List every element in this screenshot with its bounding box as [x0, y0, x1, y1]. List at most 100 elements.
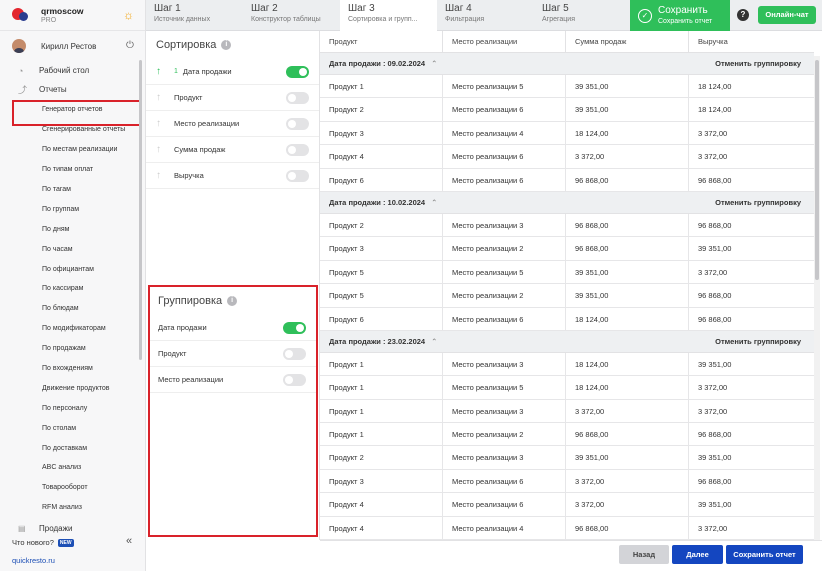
sort-label: Сумма продаж [174, 145, 226, 154]
table-scrollbar[interactable] [814, 56, 820, 540]
tab-step-1[interactable]: Шаг 1 Источник данных [146, 0, 243, 31]
scrollbar-thumb[interactable] [815, 60, 819, 280]
group-header-row[interactable]: Дата продажи : 23.02.2024 ⌃ Отменить групп… [320, 330, 814, 353]
sidebar-item[interactable]: Генератор отчетов [0, 100, 142, 126]
sidebar-item[interactable]: По персоналу [0, 398, 140, 418]
sort-arrow-icon[interactable]: ↑ [156, 144, 174, 155]
sidebar-item[interactable]: По местам реализации [0, 140, 140, 160]
table-row[interactable]: Продукт 5 Место реализации 5 39 351,00 3 37… [320, 260, 814, 285]
tab-step-2[interactable]: Шаг 2 Конструктор таблицы [243, 0, 340, 31]
cancel-grouping-link[interactable]: Отменить группировку [715, 59, 801, 68]
collapse-sidebar-icon[interactable]: « [126, 535, 132, 547]
table-row[interactable]: Продукт 1 Место реализации 3 18 124,00 39 3… [320, 352, 814, 377]
info-icon[interactable]: i [221, 40, 232, 50]
column-header[interactable]: Продукт [320, 31, 443, 52]
next-button[interactable]: Далее [672, 545, 723, 564]
sort-arrow-icon[interactable]: ↑ [156, 170, 174, 181]
table-cell: Продукт 6 [320, 307, 443, 330]
sidebar-item[interactable]: По типам оплат [0, 160, 140, 180]
group-toggle[interactable] [283, 374, 306, 386]
chevron-up-icon[interactable]: ⌃ [431, 337, 437, 346]
chevron-up-icon[interactable]: ⌃ [431, 59, 437, 68]
grouping-section: Группировка i Дата продажи Продукт Место р… [148, 285, 318, 537]
theme-toggle-sun-icon[interactable]: ☼ [123, 9, 134, 21]
user-profile[interactable]: Кирилл Рестов ⏻ [0, 31, 145, 61]
table-row[interactable]: Продукт 1 Место реализации 5 39 351,00 18 1… [320, 75, 814, 99]
cancel-grouping-link[interactable]: Отменить группировку [715, 337, 801, 346]
sidebar-item[interactable]: По вхождениям [0, 359, 140, 379]
group-toggle[interactable] [283, 348, 306, 360]
sidebar-item[interactable]: RFM анализ [0, 498, 140, 518]
sort-arrow-icon[interactable]: ↑ [156, 66, 174, 77]
group-toggle[interactable] [283, 322, 306, 334]
sidebar-item[interactable]: По официантам [0, 259, 140, 279]
sort-toggle[interactable] [286, 118, 309, 130]
sidebar-item[interactable]: По группам [0, 199, 140, 219]
cancel-grouping-link[interactable]: Отменить группировку [715, 198, 801, 207]
sidebar-item[interactable]: По доставкам [0, 438, 140, 458]
column-header[interactable]: Сумма продаж [566, 31, 689, 52]
sort-arrow-icon[interactable]: ↑ [156, 118, 174, 129]
sidebar-item[interactable]: ABC анализ [0, 458, 140, 478]
sidebar-item[interactable]: По блюдам [0, 299, 140, 319]
table-cell: 96 868,00 [566, 168, 689, 191]
sidebar-item[interactable]: По часам [0, 239, 140, 259]
reports-icon: ⤴ [18, 85, 28, 95]
table-cell: Место реализации 6 [443, 493, 566, 516]
table-row[interactable]: Продукт 4 Место реализации 4 96 868,00 3 37… [320, 516, 814, 540]
column-header[interactable]: Выручка [689, 31, 814, 52]
back-button[interactable]: Назад [619, 545, 669, 564]
group-header-row[interactable]: Дата продажи : 09.02.2024 ⌃ Отменить групп… [320, 53, 814, 75]
sidebar-scrollbar[interactable] [139, 60, 142, 360]
sidebar-item[interactable]: По кассирам [0, 279, 140, 299]
table-row[interactable]: Продукт 4 Место реализации 63 372,00 39 35… [320, 493, 814, 517]
column-header[interactable]: Место реализации [443, 31, 566, 52]
table-row[interactable]: Продукт 3 Место реализации 2 96 868,00 39 3… [320, 237, 814, 261]
sorting-title-label: Сортировка [156, 39, 217, 51]
table-row[interactable]: Продукт 1 Место реализации 2 96 868,00 96 8… [320, 423, 814, 447]
table-row[interactable]: Продукт 3 Место реализации 63 372,00 96 86… [320, 469, 814, 494]
sidebar-item[interactable]: По модификаторам [0, 319, 140, 339]
sidebar-item[interactable]: По дням [0, 219, 140, 239]
sidebar-item[interactable]: По тагам [0, 180, 140, 200]
info-icon[interactable]: i [227, 296, 238, 306]
sort-toggle[interactable] [286, 66, 309, 78]
whats-new-link[interactable]: Что нового? NEW [12, 538, 74, 547]
sort-toggle[interactable] [286, 144, 309, 156]
sort-toggle[interactable] [286, 92, 309, 104]
table-row[interactable]: Продукт 5 Место реализации 2 39 351,00 96 8… [320, 284, 814, 308]
sidebar-item[interactable]: Движение продуктов [0, 378, 140, 398]
table-cell: Место реализации 2 [443, 284, 566, 307]
sidebar-item[interactable]: Товарооборот [0, 478, 140, 498]
table-row[interactable]: Продукт 1 Место реализации 33 372,00 3 372… [320, 399, 814, 424]
table-cell: 39 351,00 [698, 359, 732, 369]
table-row[interactable]: Продукт 6 Место реализации 6 18 124,00 96 8… [320, 307, 814, 331]
nav-reports[interactable]: ⤴ Отчеты [0, 80, 145, 99]
table-row[interactable]: Продукт 6 Место реализации 6 96 868,00 96 8… [320, 168, 814, 192]
table-cell: 96 868,00 [566, 423, 689, 446]
tab-step-4[interactable]: Шаг 4 Фильтрация [437, 0, 534, 31]
sort-arrow-icon[interactable]: ↑ [156, 92, 174, 103]
power-icon[interactable]: ⏻ [126, 40, 134, 51]
table-row[interactable]: Продукт 2 Место реализации 3 39 351,00 39 3… [320, 446, 814, 470]
online-chat-button[interactable]: Онлайн-чат [758, 6, 816, 24]
tab-save[interactable]: ✓ Сохранить Сохранить отчет [630, 0, 730, 31]
nav-desktop[interactable]: ◔ Рабочий стол [0, 61, 145, 80]
table-row[interactable]: Продукт 1 Место реализации 5 18 124,00 3 37… [320, 376, 814, 400]
nav-sales[interactable]: ▤ Продажи [18, 524, 72, 533]
tab-step-3[interactable]: Шаг 3 Сортировка и групп... [340, 0, 437, 31]
group-header-row[interactable]: Дата продажи : 10.02.2024 ⌃ Отменить групп… [320, 191, 814, 214]
table-row[interactable]: Продукт 4 Место реализации 63 372,00 3 372… [320, 145, 814, 169]
table-cell: 96 868,00 [566, 237, 689, 260]
chevron-up-icon[interactable]: ⌃ [431, 198, 437, 207]
sidebar-item[interactable]: По столам [0, 418, 140, 438]
tab-step-5[interactable]: Шаг 5 Агрегация [534, 0, 630, 31]
table-row[interactable]: Продукт 2 Место реализации 6 39 351,00 18 1… [320, 98, 814, 122]
table-row[interactable]: Продукт 2 Место реализации 3 96 868,00 96 8… [320, 213, 814, 238]
sort-toggle[interactable] [286, 170, 309, 182]
help-icon[interactable]: ? [737, 9, 749, 21]
site-link[interactable]: quickresto.ru [12, 556, 55, 565]
save-report-button[interactable]: Сохранить отчет [726, 545, 803, 564]
sidebar-item[interactable]: По продажам [0, 339, 140, 359]
table-row[interactable]: Продукт 3 Место реализации 4 18 124,00 3 37… [320, 121, 814, 146]
